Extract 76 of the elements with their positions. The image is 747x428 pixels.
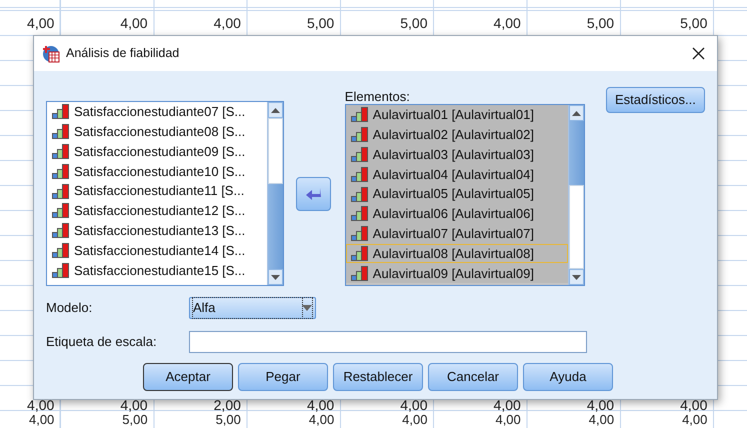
scale-variable-icon [52,124,69,140]
variable-item[interactable]: Aulavirtual01 [Aulavirtual01] [346,105,568,125]
scale-variable-icon [52,203,69,218]
grid-cell-text: 4,00 [26,396,56,413]
grid-cell-text: 5,00 [679,14,708,33]
grid-cell-text: 4,00 [28,413,56,428]
dropdown-caret-icon [302,305,312,311]
grid-cell-text: 4,00 [212,14,242,33]
grid-cell-text: 5,00 [121,413,149,428]
arrow-icon [305,187,322,201]
model-label: Modelo: [46,299,94,318]
scale-variable-icon [52,144,69,159]
items-list[interactable] [344,104,585,286]
scale-variable-icon [350,266,368,281]
scale-variable-icon [350,146,368,162]
paste-button[interactable]: Pegar [238,363,328,391]
scale-variable-icon [52,104,69,120]
window-title: Análisis de fiabilidad [66,45,180,62]
cancel-button[interactable]: Cancelar [428,363,518,391]
scroll-down-icon [271,274,280,280]
grid-cell-text: 4,00 [681,413,708,428]
grid-cell-text: 5,00 [586,14,616,33]
statistics-button[interactable]: Estadísticos... [606,87,705,113]
variable-item[interactable]: Aulavirtual07 [Aulavirtual07] [346,224,568,244]
scale-label-field[interactable] [189,331,587,353]
scale-variable-icon [350,127,368,142]
grid-cell-text: 4,00 [399,396,428,413]
grid-cell-text: 4,00 [679,396,708,413]
grid-cell-text: 4,00 [494,413,522,428]
scroll-up-icon [572,110,581,116]
scale-variable-icon [350,226,368,242]
grid-cell-text: 5,00 [399,14,428,33]
scale-variable-icon [350,246,368,261]
grid-cell-text: 4,00 [401,413,428,428]
scroll-up-icon [271,108,280,112]
close-icon [692,47,705,60]
app-icon [42,44,60,62]
variable-item[interactable]: Aulavirtual08 [Aulavirtual08] [346,244,568,264]
move-button[interactable] [296,177,331,211]
scale-variable-icon [52,242,69,258]
variable-item[interactable]: Aulavirtual03 [Aulavirtual03] [346,144,568,164]
scrollbar[interactable] [267,102,284,285]
scale-variable-icon [350,107,368,122]
grid-cell-text: 5,00 [306,14,336,33]
grid-cell-text: 4,00 [119,396,149,413]
scale-variable-icon [350,166,368,182]
source-variable-list[interactable] [46,101,284,286]
variable-item[interactable]: Aulavirtual05 [Aulavirtual05] [346,184,568,204]
grid-cell-text: 4,00 [26,14,56,33]
help-button[interactable]: Ayuda [523,363,613,391]
variable-item[interactable]: Aulavirtual04 [Aulavirtual04] [346,164,568,184]
scale-variable-icon [52,223,69,238]
variable-item[interactable]: Aulavirtual09 [Aulavirtual09] [346,263,568,284]
scroll-down-icon [572,274,581,280]
grid-cell-text: 4,00 [306,396,336,413]
model-dropdown[interactable]: Alfa [189,297,316,319]
scale-variable-icon [52,262,69,278]
grid-cell-text: 2,00 [212,396,242,413]
scale-variable-icon [52,184,69,199]
items-label: Elementos: [344,88,411,104]
variable-item[interactable]: Aulavirtual02 [Aulavirtual02] [346,124,568,145]
grid-cell-text: 4,00 [492,396,522,413]
reset-button[interactable]: Restablecer [333,363,423,391]
grid-cell-text: 4,00 [492,14,522,33]
grid-cell-text: 5,00 [214,413,242,428]
scrollbar[interactable] [568,105,584,285]
grid-cell-text: 4,00 [308,413,336,428]
ok-button[interactable]: Aceptar [143,363,233,391]
scale-variable-icon [350,206,368,222]
grid-cell-text: 4,00 [588,413,616,428]
variable-item[interactable]: Aulavirtual06 [Aulavirtual06] [346,204,568,224]
scale-variable-icon [350,186,368,202]
scale-label-label: Etiqueta de escala: [46,333,158,352]
grid-cell-text: 4,00 [586,396,616,413]
grid-cell-text: 4,00 [119,14,149,33]
scale-variable-icon [52,164,69,179]
